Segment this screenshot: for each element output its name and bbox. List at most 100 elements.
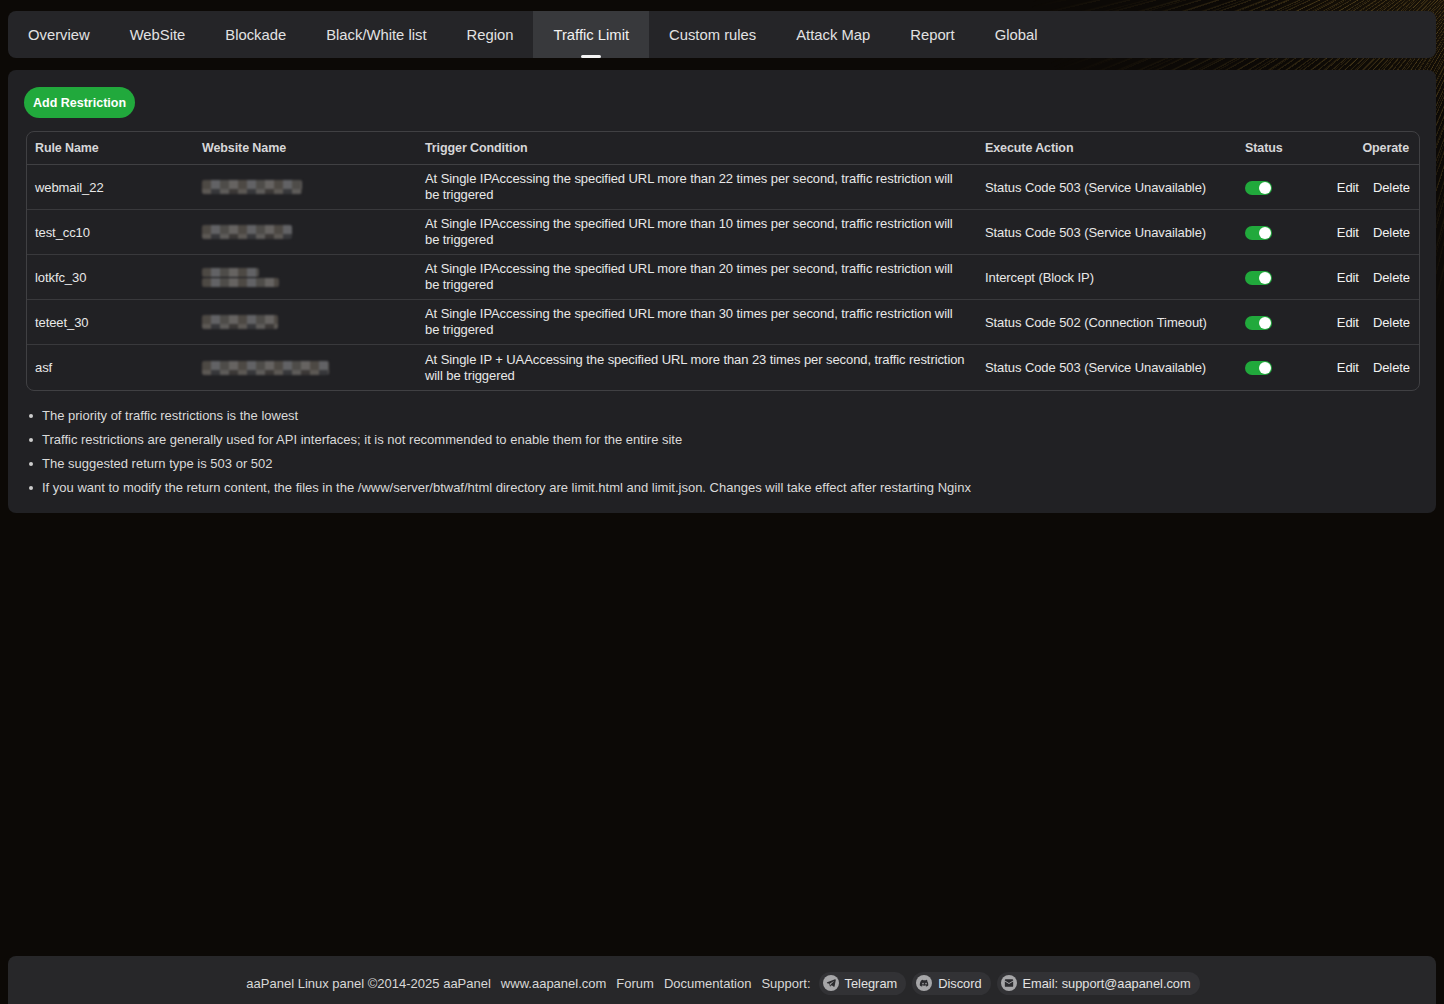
note-item: If you want to modify the return content…: [26, 476, 971, 500]
trigger-condition-line: be triggered: [425, 322, 977, 338]
column-header-execute-action: Execute Action: [977, 141, 1237, 155]
footer-button-label: Email: support@aapanel.com: [1023, 976, 1191, 991]
delete-link[interactable]: Delete: [1373, 360, 1410, 375]
tab-label: Global: [995, 27, 1038, 43]
delete-link[interactable]: Delete: [1373, 270, 1410, 285]
website-name-cell: [194, 361, 417, 375]
footer: aaPanel Linux panel ©2014-2025 aaPanel w…: [8, 956, 1436, 1004]
status-toggle[interactable]: [1245, 316, 1272, 330]
execute-action-cell: Status Code 503 (Service Unavailable): [977, 180, 1237, 195]
trigger-condition-cell: At Single IP + UAAccessing the specified…: [417, 352, 977, 384]
table-row: test_cc10 At Single IPAccessing the speci…: [27, 210, 1419, 255]
edit-link[interactable]: Edit: [1337, 315, 1359, 330]
tab-label: Report: [910, 27, 954, 43]
tab-attack-map[interactable]: Attack Map: [776, 11, 890, 58]
delete-link[interactable]: Delete: [1373, 180, 1410, 195]
footer-button-discord[interactable]: Discord: [912, 972, 990, 995]
footer-button-email[interactable]: Email: support@aapanel.com: [997, 972, 1200, 995]
footer-button-label: Telegram: [845, 976, 898, 991]
table-row: asf At Single IP + UAAccessing the specif…: [27, 345, 1419, 390]
edit-link[interactable]: Edit: [1337, 225, 1359, 240]
column-header-status: Status: [1237, 141, 1337, 155]
rule-name-cell: lotkfc_30: [27, 270, 194, 285]
website-name-cell: [194, 315, 417, 329]
column-header-website-name: Website Name: [194, 141, 417, 155]
status-cell: [1237, 314, 1337, 330]
trigger-condition-cell: At Single IPAccessing the specified URL …: [417, 216, 977, 248]
delete-link[interactable]: Delete: [1373, 225, 1410, 240]
execute-action-cell: Status Code 502 (Connection Timeout): [977, 315, 1237, 330]
edit-link[interactable]: Edit: [1337, 360, 1359, 375]
redacted-website-name: [202, 315, 278, 329]
nav-tabs: Overview WebSite Blockade Black/White list R…: [8, 11, 1436, 58]
tab-website[interactable]: WebSite: [110, 11, 206, 58]
rule-name-cell: asf: [27, 360, 194, 375]
rule-name-cell: webmail_22: [27, 180, 194, 195]
execute-action-cell: Status Code 503 (Service Unavailable): [977, 225, 1237, 240]
tab-report[interactable]: Report: [890, 11, 974, 58]
telegram-icon: [823, 975, 839, 991]
footer-copyright: aaPanel Linux panel ©2014-2025 aaPanel: [246, 976, 491, 991]
operate-cell: Edit Delete: [1337, 225, 1419, 240]
trigger-condition-line: be triggered: [425, 187, 977, 203]
trigger-condition-line: At Single IPAccessing the specified URL …: [425, 171, 977, 187]
website-name-cell: [194, 225, 417, 239]
footer-button-telegram[interactable]: Telegram: [819, 972, 907, 995]
operate-cell: Edit Delete: [1337, 360, 1419, 375]
edit-link[interactable]: Edit: [1337, 180, 1359, 195]
operate-cell: Edit Delete: [1337, 180, 1419, 195]
tab-label: WebSite: [130, 27, 186, 43]
notes-list: The priority of traffic restrictions is …: [26, 404, 971, 500]
tab-label: Black/White list: [326, 27, 426, 43]
execute-action-cell: Status Code 503 (Service Unavailable): [977, 360, 1237, 375]
column-header-rule-name: Rule Name: [27, 141, 194, 155]
operate-cell: Edit Delete: [1337, 315, 1419, 330]
tab-custom-rules[interactable]: Custom rules: [649, 11, 776, 58]
website-name-cell: [194, 268, 417, 287]
execute-action-cell: Intercept (Block IP): [977, 270, 1237, 285]
status-toggle[interactable]: [1245, 271, 1272, 285]
trigger-condition-line: At Single IPAccessing the specified URL …: [425, 306, 977, 322]
note-item: Traffic restrictions are generally used …: [26, 428, 971, 452]
table-header-row: Rule NameWebsite NameTrigger ConditionEx…: [27, 132, 1419, 165]
status-cell: [1237, 360, 1337, 376]
trigger-condition-line: will be triggered: [425, 368, 977, 384]
rule-name-cell: test_cc10: [27, 225, 194, 240]
operate-cell: Edit Delete: [1337, 270, 1419, 285]
status-toggle[interactable]: [1245, 226, 1272, 240]
add-restriction-button[interactable]: Add Restriction: [24, 87, 135, 118]
table-body: webmail_22 At Single IPAccessing the spec…: [27, 165, 1419, 390]
footer-link-forum[interactable]: Forum: [616, 976, 654, 991]
tab-traffic-limit[interactable]: Traffic Limit: [533, 11, 649, 58]
footer-link-website[interactable]: www.aapanel.com: [501, 976, 607, 991]
tab-blockade[interactable]: Blockade: [205, 11, 306, 58]
note-item: The priority of traffic restrictions is …: [26, 404, 971, 428]
trigger-condition-cell: At Single IPAccessing the specified URL …: [417, 171, 977, 203]
tab-region[interactable]: Region: [447, 11, 534, 58]
status-toggle[interactable]: [1245, 181, 1272, 195]
status-toggle[interactable]: [1245, 361, 1272, 375]
tab-global[interactable]: Global: [975, 11, 1058, 58]
rules-table: Rule NameWebsite NameTrigger ConditionEx…: [26, 131, 1420, 391]
status-cell: [1237, 224, 1337, 240]
footer-buttons: Telegram Discord Email: support@aapanel.co…: [816, 972, 1203, 995]
tab-overview[interactable]: Overview: [8, 11, 110, 58]
footer-link-documentation[interactable]: Documentation: [664, 976, 751, 991]
redacted-website-name: [202, 278, 279, 287]
tab-label: Blockade: [225, 27, 286, 43]
email-icon: [1001, 975, 1017, 991]
tab-label: Region: [467, 27, 514, 43]
delete-link[interactable]: Delete: [1373, 315, 1410, 330]
tab-black-white-list[interactable]: Black/White list: [306, 11, 446, 58]
note-item: The suggested return type is 503 or 502: [26, 452, 971, 476]
column-header-trigger-condition: Trigger Condition: [417, 141, 977, 155]
column-header-operate: Operate: [1337, 141, 1419, 155]
trigger-condition-line: At Single IPAccessing the specified URL …: [425, 216, 977, 232]
trigger-condition-line: At Single IPAccessing the specified URL …: [425, 261, 977, 277]
tab-label: Custom rules: [669, 27, 756, 43]
discord-icon: [916, 975, 932, 991]
edit-link[interactable]: Edit: [1337, 270, 1359, 285]
rule-name-cell: teteet_30: [27, 315, 194, 330]
website-name-cell: [194, 180, 417, 194]
trigger-condition-line: At Single IP + UAAccessing the specified…: [425, 352, 977, 368]
